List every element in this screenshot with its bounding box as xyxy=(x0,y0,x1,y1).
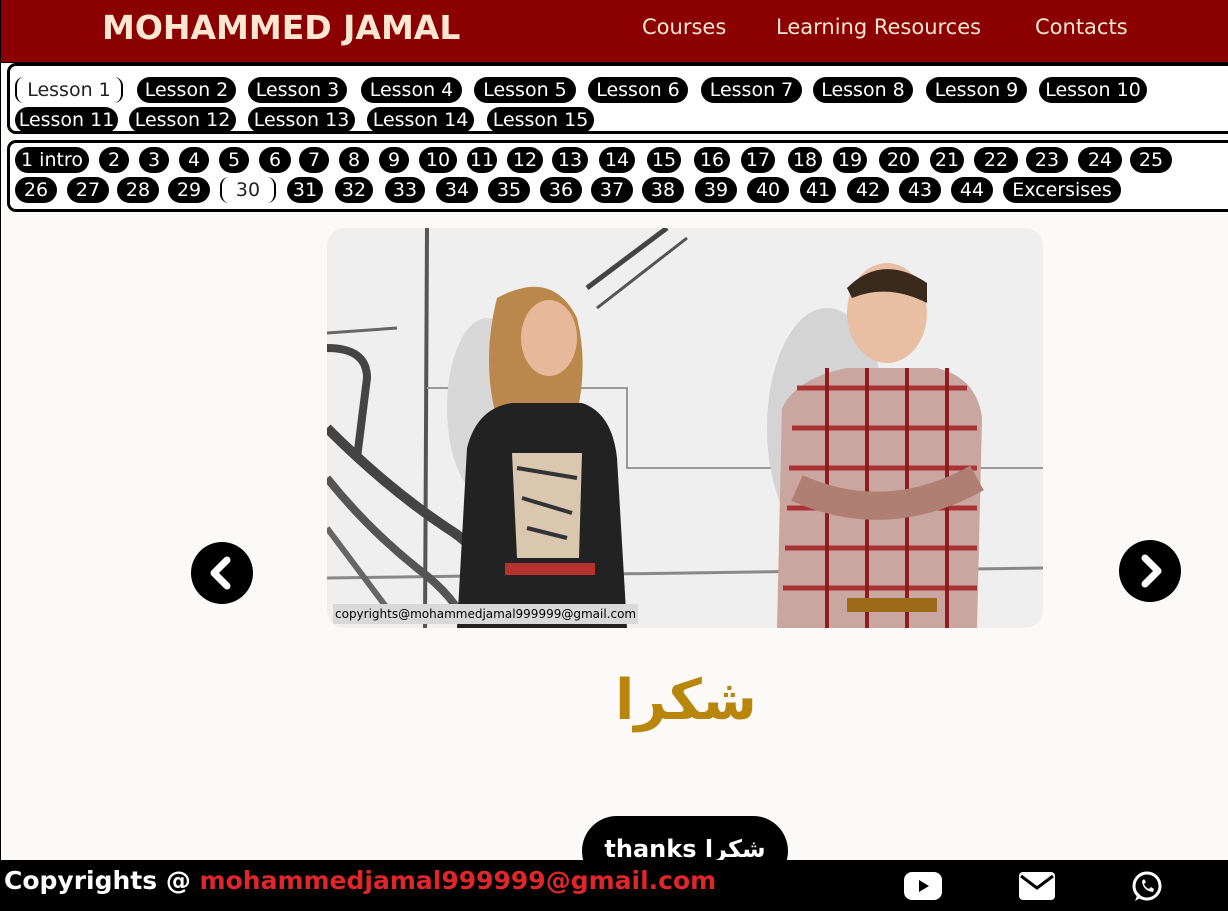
slide-tab-29[interactable]: 29 xyxy=(168,177,210,203)
footer-email-link[interactable]: mohammedjamal999999@gmail.com xyxy=(200,866,717,895)
lesson-tab-lesson-8[interactable]: Lesson 8 xyxy=(813,77,913,103)
slide-tab-4[interactable]: 4 xyxy=(179,147,209,173)
slide-tab-2[interactable]: 2 xyxy=(99,147,129,173)
slide-tab-36[interactable]: 36 xyxy=(540,177,582,203)
slide-tab-38[interactable]: 38 xyxy=(642,177,684,203)
chevron-left-icon xyxy=(210,556,231,590)
slide-tab-17[interactable]: 17 xyxy=(741,147,775,173)
lesson-tabs: Lesson 1 Lesson 2 Lesson 3 Lesson 4 Lesson 5… xyxy=(7,63,1228,134)
slide-tab-20[interactable]: 20 xyxy=(879,147,919,173)
slide-tab-24[interactable]: 24 xyxy=(1078,147,1122,173)
slide-tab-40[interactable]: 40 xyxy=(747,177,789,203)
slide-tab-6[interactable]: 6 xyxy=(259,147,291,173)
slide-tab-15[interactable]: 15 xyxy=(647,147,681,173)
slide-tab-22[interactable]: 22 xyxy=(974,147,1018,173)
slide-tab-3[interactable]: 3 xyxy=(139,147,169,173)
youtube-icon[interactable] xyxy=(904,872,942,900)
chevron-right-icon xyxy=(1141,554,1162,588)
slide-tab-31[interactable]: 31 xyxy=(287,177,323,203)
slide-tab-7[interactable]: 7 xyxy=(299,147,329,173)
lesson-tab-lesson-4[interactable]: Lesson 4 xyxy=(361,77,462,103)
slide-tab-33[interactable]: 33 xyxy=(385,177,425,203)
lesson-tab-lesson-2[interactable]: Lesson 2 xyxy=(137,77,236,103)
arabic-word: شكرا xyxy=(615,668,757,733)
copyright-watermark: copyrights@mohammedjamal999999@gmail.com xyxy=(333,604,639,624)
slide-tab-28[interactable]: 28 xyxy=(117,177,159,203)
slide-tab-35[interactable]: 35 xyxy=(488,177,530,203)
slide-tab-11[interactable]: 11 xyxy=(467,147,497,173)
slide-tab-14[interactable]: 14 xyxy=(599,147,635,173)
nav-learning-resources[interactable]: Learning Resources xyxy=(776,15,981,39)
copyright-prefix: Copyrights @ xyxy=(4,866,200,895)
whatsapp-icon[interactable] xyxy=(1131,871,1163,903)
lesson-tab-lesson-1[interactable]: Lesson 1 xyxy=(15,77,123,103)
slide-tab-43[interactable]: 43 xyxy=(899,177,941,203)
slide-tab-19[interactable]: 19 xyxy=(833,147,867,173)
slide-tab-10[interactable]: 10 xyxy=(419,147,457,173)
mail-icon[interactable] xyxy=(1019,872,1055,900)
footer-bar: Copyrights @ mohammedjamal999999@gmail.c… xyxy=(1,860,1228,911)
lesson-tab-lesson-7[interactable]: Lesson 7 xyxy=(701,77,802,103)
slide-tab-26[interactable]: 26 xyxy=(15,177,57,203)
lesson-tab-lesson-10[interactable]: Lesson 10 xyxy=(1039,77,1147,103)
nav-contacts[interactable]: Contacts xyxy=(1035,15,1128,39)
nav-courses[interactable]: Courses xyxy=(642,15,726,39)
slide-tab-27[interactable]: 27 xyxy=(67,177,109,203)
slide-tab-16[interactable]: 16 xyxy=(694,147,730,173)
lesson-tab-lesson-6[interactable]: Lesson 6 xyxy=(588,77,688,103)
slide-tab-excersises[interactable]: Excersises xyxy=(1003,177,1121,203)
slide-tab-42[interactable]: 42 xyxy=(847,177,889,203)
slide-tab-12[interactable]: 12 xyxy=(507,147,543,173)
slide-tab-32[interactable]: 32 xyxy=(335,177,373,203)
previous-slide-button[interactable] xyxy=(191,542,253,604)
lesson-tab-lesson-5[interactable]: Lesson 5 xyxy=(474,77,576,103)
slide-tab-37[interactable]: 37 xyxy=(591,177,633,203)
site-brand[interactable]: MOHAMMED JAMAL xyxy=(102,8,460,47)
slide-tab-39[interactable]: 39 xyxy=(695,177,737,203)
slide-tab-8[interactable]: 8 xyxy=(339,147,369,173)
slide-tab-1-intro[interactable]: 1 intro xyxy=(15,147,89,173)
footer-copyright: Copyrights @ mohammedjamal999999@gmail.c… xyxy=(4,866,716,895)
slide-tab-13[interactable]: 13 xyxy=(552,147,588,173)
next-slide-button[interactable] xyxy=(1119,540,1181,602)
lesson-tab-lesson-3[interactable]: Lesson 3 xyxy=(248,77,347,103)
slide-tab-34[interactable]: 34 xyxy=(436,177,478,203)
lesson-tab-lesson-12[interactable]: Lesson 12 xyxy=(129,107,236,133)
slide-tab-18[interactable]: 18 xyxy=(788,147,822,173)
slide-tab-30[interactable]: 30 xyxy=(220,177,276,203)
slide-tabs: 1 intro 2 3 4 5 6 7 8 9 10 11 12 13 14 15 16 17 18 19 20 21 2… xyxy=(7,140,1228,212)
slide-tab-25[interactable]: 25 xyxy=(1130,147,1172,173)
slide-tab-44[interactable]: 44 xyxy=(951,177,993,203)
slide-tab-41[interactable]: 41 xyxy=(800,177,836,203)
lesson-tab-lesson-15[interactable]: Lesson 15 xyxy=(487,107,594,133)
lesson-tab-lesson-9[interactable]: Lesson 9 xyxy=(926,77,1027,103)
slide-tab-23[interactable]: 23 xyxy=(1026,147,1068,173)
lesson-tab-lesson-13[interactable]: Lesson 13 xyxy=(248,107,355,133)
slide-tab-21[interactable]: 21 xyxy=(930,147,964,173)
lesson-slide-image: copyrights@mohammedjamal999999@gmail.com xyxy=(327,228,1043,628)
classroom-scene-illustration xyxy=(327,228,1043,628)
slide-tab-9[interactable]: 9 xyxy=(379,147,409,173)
lesson-tab-lesson-14[interactable]: Lesson 14 xyxy=(367,107,474,133)
lesson-tab-lesson-11[interactable]: Lesson 11 xyxy=(15,107,118,133)
slide-tab-5[interactable]: 5 xyxy=(219,147,249,173)
header-bar: MOHAMMED JAMAL Courses Learning Resource… xyxy=(1,0,1228,63)
